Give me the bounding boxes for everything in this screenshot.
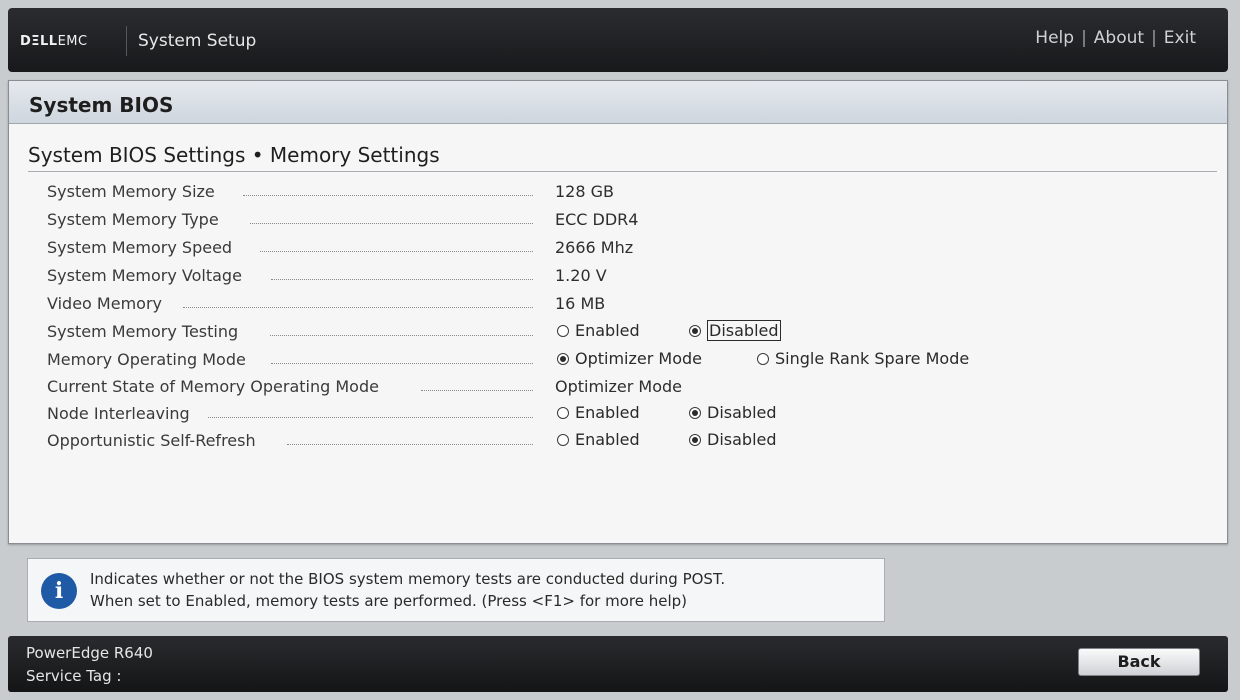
setting-label: System Memory Testing — [47, 322, 239, 341]
footer-bar: PowerEdge R640 Service Tag : Back — [8, 636, 1228, 692]
option-label: Enabled — [575, 403, 640, 422]
setting-label: Opportunistic Self-Refresh — [47, 431, 256, 450]
info-icon: i — [41, 573, 77, 609]
radio-unselected-icon — [557, 434, 569, 446]
logo-emc-text: EMC — [57, 34, 88, 49]
leader-dots — [287, 444, 533, 445]
header-links: Help | About | Exit — [1035, 28, 1196, 48]
section-title: System BIOS Settings • Memory Settings — [28, 143, 440, 167]
link-separator: | — [1081, 28, 1087, 48]
setting-value: ECC DDR4 — [555, 210, 639, 229]
setting-row-memory-operating-mode: Memory Operating Mode Optimizer Mode Sin… — [47, 346, 1207, 373]
setting-label: Node Interleaving — [47, 404, 190, 423]
radio-option-disabled[interactable]: Disabled — [689, 320, 781, 341]
panel-header: System BIOS — [9, 81, 1227, 124]
radio-selected-icon — [689, 407, 701, 419]
radio-option-single-rank-spare-mode[interactable]: Single Rank Spare Mode — [757, 349, 969, 368]
setting-label: Video Memory — [47, 294, 162, 313]
radio-unselected-icon — [557, 407, 569, 419]
help-info-box: i Indicates whether or not the BIOS syst… — [27, 558, 885, 622]
setting-row-video-memory: Video Memory 16 MB — [47, 290, 1207, 318]
panel-title: System BIOS — [29, 93, 174, 117]
setting-row-system-memory-speed: System Memory Speed 2666 Mhz — [47, 234, 1207, 262]
help-link[interactable]: Help — [1035, 28, 1074, 48]
setting-value: 1.20 V — [555, 266, 607, 285]
leader-dots — [271, 363, 533, 364]
setting-row-node-interleaving: Node Interleaving Enabled Disabled — [47, 400, 1207, 427]
radio-option-enabled[interactable]: Enabled — [557, 430, 640, 449]
setting-row-opportunistic-self-refresh: Opportunistic Self-Refresh Enabled Disab… — [47, 427, 1207, 454]
system-bios-panel: System BIOS System BIOS Settings • Memor… — [8, 80, 1228, 544]
help-text-line-1: Indicates whether or not the BIOS system… — [90, 570, 726, 588]
exit-link[interactable]: Exit — [1164, 28, 1196, 48]
setting-row-system-memory-testing: System Memory Testing Enabled Disabled — [47, 318, 1207, 346]
setting-value: 128 GB — [555, 182, 614, 201]
setting-value: 2666 Mhz — [555, 238, 634, 257]
setting-row-system-memory-size: System Memory Size 128 GB — [47, 178, 1207, 206]
setting-value: Optimizer Mode — [555, 377, 682, 396]
setting-label: Memory Operating Mode — [47, 350, 246, 369]
leader-dots — [260, 251, 533, 252]
setting-row-system-memory-voltage: System Memory Voltage 1.20 V — [47, 262, 1207, 290]
settings-list: System Memory Size 128 GB System Memory … — [47, 178, 1207, 454]
help-text-line-2: When set to Enabled, memory tests are pe… — [90, 592, 688, 610]
radio-selected-icon — [689, 325, 701, 337]
radio-option-disabled[interactable]: Disabled — [689, 403, 777, 422]
setting-label: System Memory Size — [47, 182, 215, 201]
leader-dots — [271, 279, 533, 280]
option-label-focused: Disabled — [707, 320, 781, 341]
leader-dots — [208, 417, 533, 418]
server-model: PowerEdge R640 — [26, 644, 153, 662]
option-label: Single Rank Spare Mode — [775, 349, 970, 368]
setting-label: System Memory Speed — [47, 238, 233, 257]
leader-dots — [243, 195, 533, 196]
radio-selected-icon — [557, 353, 569, 365]
radio-unselected-icon — [757, 353, 769, 365]
option-label: Enabled — [575, 321, 640, 340]
setting-value: 16 MB — [555, 294, 606, 313]
logo-dell-text: DΞLL — [20, 34, 58, 49]
help-text: Indicates whether or not the BIOS system… — [90, 568, 725, 612]
radio-option-enabled[interactable]: Enabled — [557, 403, 640, 422]
setting-label: System Memory Type — [47, 210, 219, 229]
option-label: Disabled — [707, 403, 777, 422]
setting-label: Current State of Memory Operating Mode — [47, 377, 379, 396]
dell-emc-logo: DΞLLEMC — [20, 34, 88, 49]
top-header-bar: DΞLLEMC System Setup Help | About | Exit — [8, 8, 1228, 72]
option-label: Optimizer Mode — [575, 349, 702, 368]
section-divider — [28, 171, 1217, 172]
about-link[interactable]: About — [1094, 28, 1144, 48]
setting-row-system-memory-type: System Memory Type ECC DDR4 — [47, 206, 1207, 234]
radio-option-enabled[interactable]: Enabled — [557, 321, 640, 340]
link-separator: | — [1151, 28, 1157, 48]
option-label: Enabled — [575, 430, 640, 449]
radio-option-disabled[interactable]: Disabled — [689, 430, 777, 449]
service-tag: Service Tag : — [26, 667, 122, 685]
radio-unselected-icon — [557, 325, 569, 337]
radio-option-optimizer-mode[interactable]: Optimizer Mode — [557, 349, 702, 368]
leader-dots — [183, 307, 533, 308]
leader-dots — [270, 335, 533, 336]
app-title: System Setup — [138, 31, 257, 51]
radio-selected-icon — [689, 434, 701, 446]
setting-label: System Memory Voltage — [47, 266, 242, 285]
leader-dots — [250, 223, 533, 224]
setting-row-current-state-memory-operating-mode: Current State of Memory Operating Mode O… — [47, 373, 1207, 400]
back-button[interactable]: Back — [1078, 648, 1200, 676]
leader-dots — [421, 390, 533, 391]
header-divider — [126, 26, 127, 56]
option-label: Disabled — [707, 430, 777, 449]
